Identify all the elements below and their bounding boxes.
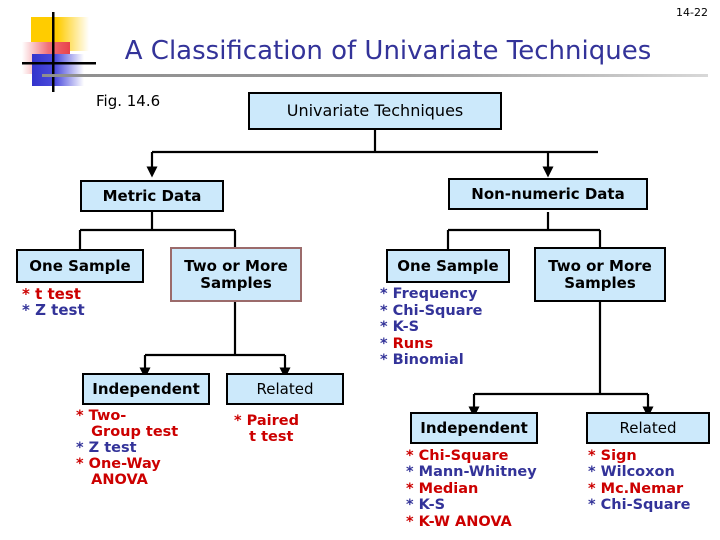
list-item: * Runs [380, 336, 483, 353]
list-item-label: K-S [387, 319, 420, 336]
list-item: * K-S [406, 497, 537, 513]
node-nonnumeric-two-or-more-samples[interactable]: Two or More Samples [534, 247, 666, 302]
bullet-asterisk: * [76, 455, 84, 472]
list-nonnumeric-one-sample: * Frequency * Chi-Square * K-S * Runs * … [380, 286, 483, 369]
bullet-asterisk: * [380, 352, 388, 369]
list-item: * Median [406, 481, 537, 497]
bullet-asterisk: * [588, 464, 596, 481]
list-item: * Paired [234, 413, 299, 430]
node-nonnumeric-one-sample[interactable]: One Sample [386, 249, 510, 283]
list-item-label: One-Way [83, 455, 161, 472]
list-item: Group test [76, 423, 179, 441]
list-item: * Mann-Whitney [406, 464, 537, 480]
list-item-label: Group test [76, 423, 179, 440]
node-label: One Sample [29, 256, 131, 275]
bullet-asterisk: * [588, 480, 596, 497]
node-metric-independent[interactable]: Independent [82, 373, 210, 405]
list-item-label: Z test [29, 301, 85, 320]
list-item-label: ANOVA [76, 471, 148, 488]
list-item-label: Wilcoxon [595, 464, 675, 481]
bullet-asterisk: * [76, 408, 84, 424]
list-item-label: Binomial [387, 352, 464, 369]
list-item: * Chi-Square [588, 497, 691, 513]
list-item: * Z test [76, 439, 178, 457]
list-metric-one-sample: * t test * Z test [22, 286, 85, 318]
node-nonnumeric-related[interactable]: Related [586, 412, 710, 444]
list-metric-independent: * Two- Group test * Z test * One-Way ANO… [76, 408, 179, 489]
list-item-label: Median [413, 480, 479, 497]
list-item: * Binomial [380, 352, 483, 369]
list-item: * Frequency [380, 286, 483, 303]
list-item: * t test [22, 286, 85, 302]
list-nonnumeric-related: * Sign * Wilcoxon * Mc.Nemar * Chi-Squar… [588, 448, 691, 514]
list-item-label: t test [234, 428, 294, 445]
list-item-label: Z test [83, 439, 137, 456]
node-label: Non-numeric Data [471, 184, 625, 203]
list-item: * One-Way [76, 455, 178, 473]
bullet-asterisk: * [406, 448, 414, 464]
bullet-asterisk: * [588, 497, 596, 514]
list-item-label: K-S [413, 497, 446, 514]
list-item: t test [234, 428, 299, 446]
list-item-label: Frequency [387, 286, 478, 302]
node-metric-one-sample[interactable]: One Sample [16, 249, 144, 283]
list-item: * Two- [76, 408, 178, 425]
list-item-label: Chi-Square [413, 448, 509, 464]
list-item: ANOVA [76, 471, 178, 489]
bullet-asterisk: * [234, 413, 242, 429]
bullet-asterisk: * [380, 302, 388, 319]
list-metric-related: * Paired t test [234, 413, 299, 446]
node-label-line2: Samples [200, 273, 272, 292]
node-label-line1: Two or More [184, 256, 288, 275]
list-item-label: K-W ANOVA [413, 513, 512, 530]
classification-diagram: Univariate Techniques Metric Data Non-nu… [0, 0, 720, 540]
bullet-asterisk: * [588, 448, 596, 464]
list-item: * Chi-Square [406, 448, 537, 464]
bullet-asterisk: * [380, 319, 388, 336]
list-item: * Mc.Nemar [588, 481, 691, 497]
node-label: Univariate Techniques [286, 101, 464, 121]
node-univariate-techniques[interactable]: Univariate Techniques [248, 92, 502, 130]
bullet-asterisk: * [406, 513, 414, 530]
list-item: * K-S [380, 319, 483, 336]
bullet-asterisk: * [406, 480, 414, 497]
list-item: * Chi-Square [380, 303, 483, 320]
node-nonnumeric-independent[interactable]: Independent [410, 412, 538, 444]
list-item: * Z test [22, 302, 85, 318]
list-item-label: Runs [387, 335, 434, 352]
list-item-label: Sign [595, 448, 637, 464]
list-item-label: Paired [241, 413, 299, 429]
bullet-asterisk: * [380, 335, 388, 352]
node-metric-related[interactable]: Related [226, 373, 344, 405]
bullet-asterisk: * [22, 301, 30, 320]
list-item-label: Chi-Square [387, 302, 483, 319]
node-label: Related [256, 379, 314, 398]
list-item-label: Chi-Square [595, 497, 691, 514]
node-label-line2: Samples [564, 273, 636, 292]
bullet-asterisk: * [406, 464, 414, 481]
bullet-asterisk: * [76, 439, 84, 456]
node-non-numeric-data[interactable]: Non-numeric Data [448, 178, 648, 210]
node-label: Metric Data [102, 186, 202, 205]
list-item-label: Mann-Whitney [413, 464, 537, 481]
node-metric-data[interactable]: Metric Data [80, 180, 224, 212]
node-label: Independent [92, 379, 200, 398]
node-label: One Sample [397, 256, 499, 275]
list-item: * K-W ANOVA [406, 514, 537, 530]
list-item: * Wilcoxon [588, 464, 691, 480]
node-label: Related [619, 418, 677, 437]
bullet-asterisk: * [380, 286, 388, 302]
node-label: Independent [420, 418, 528, 437]
list-item: * Sign [588, 448, 691, 464]
node-metric-two-or-more-samples[interactable]: Two or More Samples [170, 247, 302, 302]
list-item-label: Two- [83, 408, 127, 424]
list-item-label: Mc.Nemar [595, 480, 684, 497]
list-nonnumeric-independent: * Chi-Square * Mann-Whitney * Median * K… [406, 448, 537, 530]
node-label-line1: Two or More [548, 256, 652, 275]
bullet-asterisk: * [406, 497, 414, 514]
